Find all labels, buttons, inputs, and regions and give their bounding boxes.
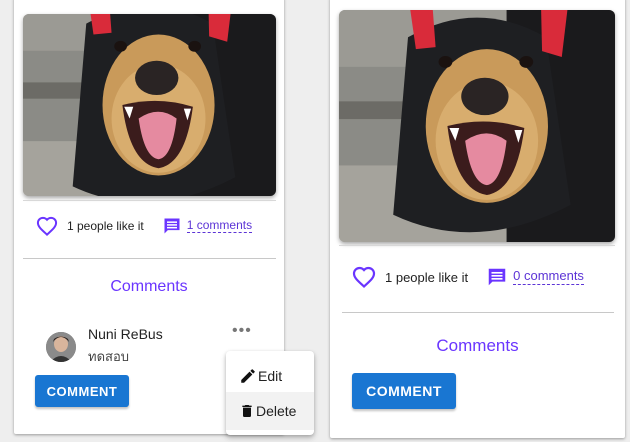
post-actions: 1 people like it 1 comments — [36, 216, 253, 236]
comment-icon[interactable] — [486, 266, 508, 288]
divider — [339, 245, 615, 246]
comment-text: ทดสอบ — [88, 349, 130, 364]
likes-count-text: 1 people like it — [385, 269, 469, 285]
trash-icon — [242, 405, 252, 417]
comments-count-link[interactable]: 1 comments — [186, 218, 253, 234]
menu-item-label: Delete — [256, 403, 297, 419]
post-card-right: 1 people like it 0 comments Comments COM… — [330, 0, 625, 438]
comments-count-link[interactable]: 0 comments — [513, 269, 584, 285]
heart-icon[interactable] — [36, 216, 58, 236]
divider — [342, 312, 614, 313]
divider — [23, 258, 276, 259]
pencil-icon — [241, 369, 255, 383]
comment-button[interactable]: COMMENT — [35, 375, 129, 407]
comments-heading: Comments — [110, 278, 188, 295]
comment-options-menu: Edit Delete — [226, 351, 314, 435]
comment-item: Nuni ReBus ทดสอบ — [46, 326, 163, 367]
menu-item-delete[interactable]: Delete — [226, 392, 314, 430]
heart-icon[interactable] — [352, 266, 376, 288]
comments-heading: Comments — [436, 336, 519, 355]
post-photo — [23, 14, 276, 196]
menu-item-edit[interactable]: Edit — [226, 357, 314, 395]
comment-button[interactable]: COMMENT — [352, 373, 456, 409]
post-photo — [339, 10, 615, 242]
post-actions: 1 people like it 0 comments — [352, 266, 584, 288]
comment-icon[interactable] — [162, 216, 182, 236]
likes-count-text: 1 people like it — [67, 219, 144, 233]
more-options-icon[interactable]: ••• — [232, 322, 252, 340]
menu-item-label: Edit — [258, 368, 283, 384]
avatar — [46, 332, 76, 362]
divider — [23, 200, 276, 201]
comment-author: Nuni ReBus — [88, 326, 163, 342]
